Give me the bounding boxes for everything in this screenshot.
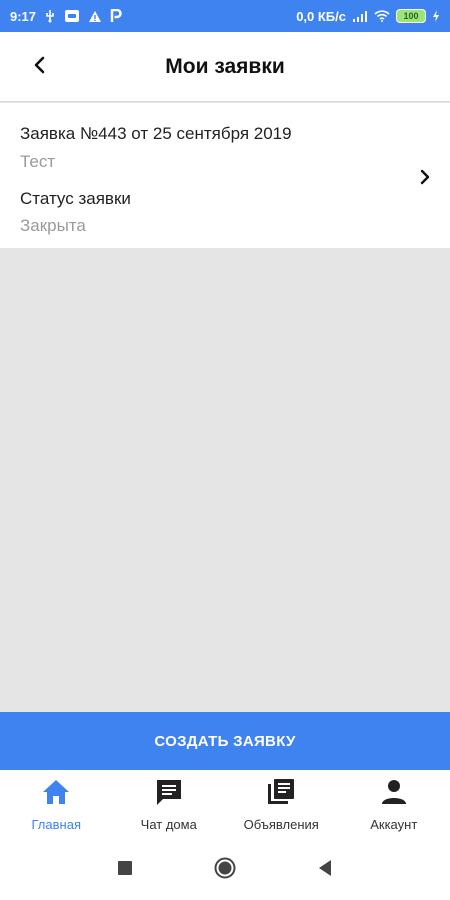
create-request-button[interactable]: СОЗДАТЬ ЗАЯВКУ — [0, 712, 450, 770]
nav-item-home[interactable]: Главная — [0, 770, 113, 840]
charging-icon — [432, 10, 440, 22]
request-status-label: Статус заявки — [20, 189, 131, 208]
request-title: Заявка №443 от 25 сентября 2019 — [20, 124, 292, 143]
status-bar: 9:17 0,0 КБ/с 100 — [0, 0, 450, 32]
nav-label-home: Главная — [31, 817, 81, 832]
chevron-left-icon — [33, 56, 47, 79]
nav-label-announcements: Объявления — [243, 817, 319, 832]
network-speed: 0,0 КБ/с — [296, 8, 346, 24]
news-icon — [266, 778, 296, 811]
chevron-right-icon — [420, 169, 430, 190]
request-status-value: Закрыта — [20, 216, 86, 235]
battery-indicator: 100 — [396, 9, 426, 23]
warning-icon — [88, 10, 102, 23]
gamepad-icon — [64, 9, 80, 23]
signal-icon — [352, 10, 368, 22]
request-subtitle: Тест — [20, 152, 56, 171]
usb-icon — [44, 9, 56, 23]
back-triangle-icon — [318, 859, 332, 881]
home-circle-icon — [214, 857, 236, 884]
home-system-button[interactable] — [210, 855, 240, 885]
app-bar: Мои заявки — [0, 32, 450, 102]
parking-icon — [110, 9, 122, 23]
clock: 9:17 — [10, 8, 37, 24]
back-button[interactable] — [22, 52, 58, 82]
system-navigation-bar — [0, 840, 450, 900]
recents-icon — [118, 860, 132, 880]
page-title: Мои заявки — [165, 54, 285, 78]
wifi-icon — [374, 10, 390, 22]
nav-item-announcements[interactable]: Объявления — [225, 770, 338, 840]
nav-label-chat: Чат дома — [140, 817, 197, 832]
nav-item-chat[interactable]: Чат дома — [113, 770, 226, 840]
nav-label-account: Аккаунт — [370, 817, 418, 832]
request-list-item[interactable]: Заявка №443 от 25 сентября 2019 Тест Ста… — [0, 103, 450, 248]
home-icon — [41, 778, 71, 811]
account-icon — [379, 778, 409, 811]
recents-button[interactable] — [110, 855, 140, 885]
bottom-navigation: Главная Чат дома Объявления Аккаунт — [0, 770, 450, 840]
back-system-button[interactable] — [310, 855, 340, 885]
chat-icon — [154, 778, 184, 811]
nav-item-account[interactable]: Аккаунт — [338, 770, 450, 840]
